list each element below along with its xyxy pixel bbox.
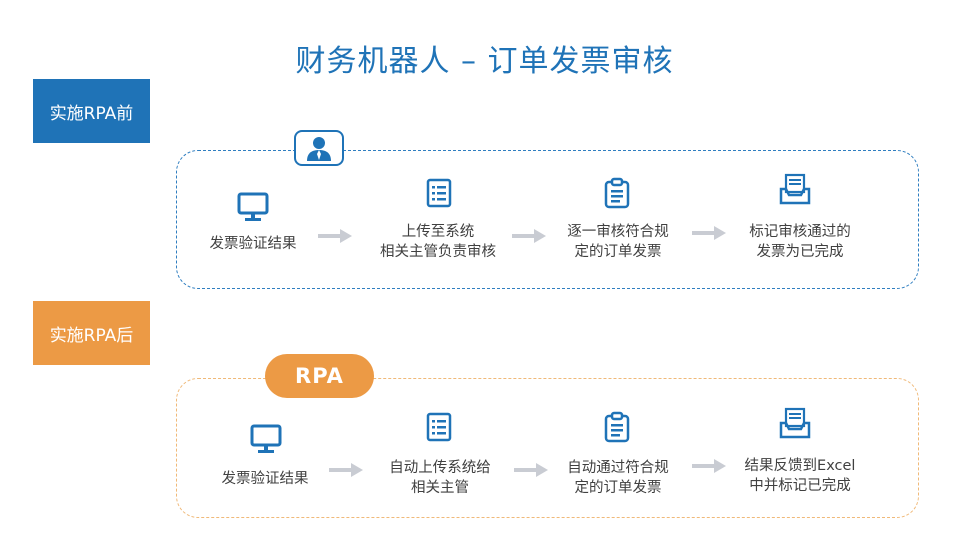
before-step-2-label: 上传至系统 相关主管负责审核 <box>380 224 496 260</box>
clipboard-icon <box>600 410 634 444</box>
inbox-document-icon <box>778 172 812 206</box>
arrow-right-icon <box>514 463 548 477</box>
after-step-1-label: 发票验证结果 <box>221 471 309 487</box>
clipboard-icon <box>600 176 634 210</box>
before-step-1-label: 发票验证结果 <box>209 236 297 252</box>
arrow-right-icon <box>329 463 363 477</box>
arrow-right-icon <box>512 229 546 243</box>
arrow-right-icon <box>692 459 726 473</box>
before-rpa-tag: 实施RPA前 <box>33 79 150 143</box>
after-rpa-tag: 实施RPA后 <box>33 301 150 365</box>
before-rpa-panel <box>176 150 919 289</box>
monitor-icon <box>249 422 283 456</box>
page-title: 财务机器人 – 订单发票审核 <box>295 44 674 79</box>
after-step-4-label: 结果反馈到Excel 中并标记已完成 <box>744 458 856 494</box>
user-badge <box>294 130 344 166</box>
after-step-2-label: 自动上传系统给 相关主管 <box>389 460 491 496</box>
person-icon <box>307 137 331 161</box>
inbox-document-icon <box>778 406 812 440</box>
monitor-icon <box>236 190 270 224</box>
before-step-3-label: 逐一审核符合规 定的订单发票 <box>567 224 669 260</box>
arrow-right-icon <box>692 226 726 240</box>
before-step-4-label: 标记审核通过的 发票为已完成 <box>749 224 851 260</box>
list-document-icon <box>422 176 456 210</box>
rpa-badge: RPA <box>265 354 374 398</box>
arrow-right-icon <box>318 229 352 243</box>
list-document-icon <box>422 410 456 444</box>
after-step-3-label: 自动通过符合规 定的订单发票 <box>567 460 669 496</box>
